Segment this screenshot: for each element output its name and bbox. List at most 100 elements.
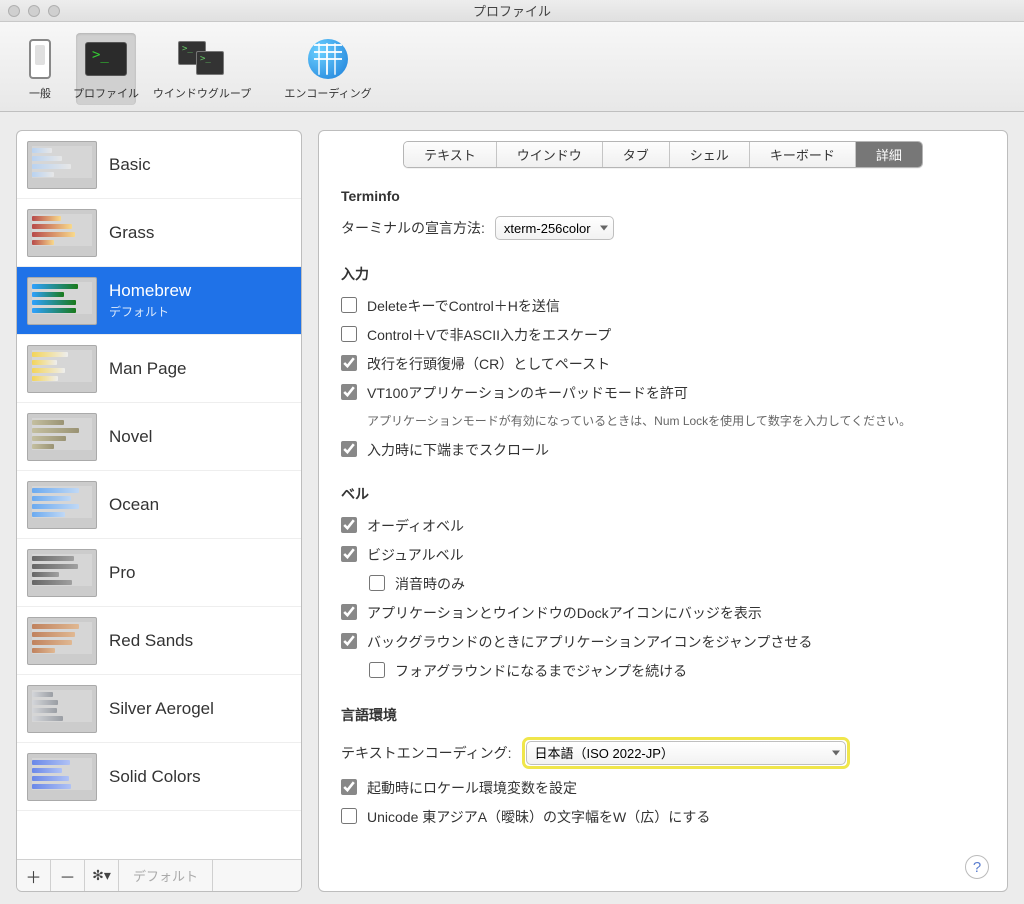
- profile-name: Man Page: [109, 359, 187, 379]
- preferences-toolbar: 一般 プロファイル ウインドウグループ エンコーディング: [0, 22, 1024, 112]
- toolbar-label: 一般: [29, 85, 51, 101]
- cb-label: DeleteキーでControl＋Hを送信: [367, 296, 560, 316]
- cb-mute-only[interactable]: [369, 575, 385, 591]
- cb-label: アプリケーションとウインドウのDockアイコンにバッジを表示: [367, 603, 762, 623]
- settings-panel: テキストウインドウタブシェルキーボード詳細 Terminfo ターミナルの宣言方…: [318, 130, 1008, 892]
- profile-row[interactable]: Ocean: [17, 471, 301, 539]
- cb-label: Control＋Vで非ASCII入力をエスケープ: [367, 325, 611, 345]
- cb-dock-badge[interactable]: [341, 604, 357, 620]
- vt100-note: アプリケーションモードが有効になっているときは、Num Lockを使用して数字を…: [341, 412, 985, 430]
- cb-label: VT100アプリケーションのキーパッドモードを許可: [367, 383, 688, 403]
- cb-label: 消音時のみ: [395, 574, 465, 594]
- cb-paste-cr[interactable]: [341, 355, 357, 371]
- encoding-highlight: 日本語（ISO 2022-JP）: [522, 737, 850, 769]
- toolbar-profiles[interactable]: プロファイル: [76, 33, 136, 105]
- profile-thumbnail: [27, 753, 97, 801]
- tab-1[interactable]: ウインドウ: [497, 142, 603, 167]
- add-profile-button[interactable]: ＋: [17, 860, 51, 892]
- profile-actions-menu[interactable]: ✻▾: [85, 860, 119, 892]
- toolbar-encoding[interactable]: エンコーディング: [268, 33, 388, 105]
- help-button[interactable]: ?: [965, 855, 989, 879]
- profile-name: Red Sands: [109, 631, 193, 651]
- profile-row[interactable]: Novel: [17, 403, 301, 471]
- profile-name: Novel: [109, 427, 152, 447]
- profile-icon: [84, 37, 128, 81]
- profile-thumbnail: [27, 549, 97, 597]
- profile-thumbnail: [27, 277, 97, 325]
- cb-label: バックグラウンドのときにアプリケーションアイコンをジャンプさせる: [367, 632, 812, 652]
- profile-name: Solid Colors: [109, 767, 201, 787]
- zoom-window-icon[interactable]: [48, 5, 60, 17]
- profile-row[interactable]: Silver Aerogel: [17, 675, 301, 743]
- traffic-lights: [8, 5, 60, 17]
- cb-visual-bell[interactable]: [341, 546, 357, 562]
- profile-thumbnail: [27, 617, 97, 665]
- tab-4[interactable]: キーボード: [750, 142, 856, 167]
- profile-row[interactable]: Man Page: [17, 335, 301, 403]
- window-title: プロファイル: [0, 1, 1024, 20]
- profile-default-tag: デフォルト: [109, 303, 191, 320]
- declare-as-label: ターミナルの宣言方法:: [341, 218, 485, 238]
- profile-row[interactable]: Homebrew デフォルト: [17, 267, 301, 335]
- profile-thumbnail: [27, 209, 97, 257]
- toolbar-label: プロファイル: [73, 85, 139, 101]
- cb-label: オーディオベル: [367, 516, 464, 536]
- profile-sidebar: Basic Grass Homebrew デフォルト Man Page Novel Ocea…: [16, 130, 302, 892]
- profile-name: Homebrew: [109, 281, 191, 301]
- close-window-icon[interactable]: [8, 5, 20, 17]
- cb-scroll-bottom[interactable]: [341, 441, 357, 457]
- profile-row[interactable]: Red Sands: [17, 607, 301, 675]
- profile-thumbnail: [27, 413, 97, 461]
- profile-name: Grass: [109, 223, 154, 243]
- section-terminfo: Terminfo: [341, 188, 985, 204]
- profile-name: Basic: [109, 155, 151, 175]
- general-icon: [18, 37, 62, 81]
- profile-name: Ocean: [109, 495, 159, 515]
- set-default-button: デフォルト: [119, 860, 213, 892]
- tab-3[interactable]: シェル: [670, 142, 750, 167]
- section-bell: ベル: [341, 484, 985, 504]
- toolbar-label: エンコーディング: [284, 85, 371, 101]
- profile-row[interactable]: Basic: [17, 131, 301, 199]
- cb-set-locale-env[interactable]: [341, 779, 357, 795]
- tab-0[interactable]: テキスト: [404, 142, 497, 167]
- cb-label: 改行を行頭復帰（CR）としてペースト: [367, 354, 610, 374]
- tab-2[interactable]: タブ: [603, 142, 670, 167]
- remove-profile-button[interactable]: －: [51, 860, 85, 892]
- cb-label: ビジュアルベル: [367, 545, 464, 565]
- cb-label: 起動時にロケール環境変数を設定: [367, 778, 577, 798]
- toolbar-label: ウインドウグループ: [153, 85, 251, 101]
- profile-name: Pro: [109, 563, 135, 583]
- declare-as-select[interactable]: xterm-256color: [495, 216, 614, 240]
- profile-thumbnail: [27, 685, 97, 733]
- cb-bounce-bg[interactable]: [341, 633, 357, 649]
- profile-row[interactable]: Solid Colors: [17, 743, 301, 811]
- profile-row[interactable]: Pro: [17, 539, 301, 607]
- cb-delete-ctrlh[interactable]: [341, 297, 357, 313]
- minimize-window-icon[interactable]: [28, 5, 40, 17]
- text-encoding-select[interactable]: 日本語（ISO 2022-JP）: [526, 741, 846, 765]
- sidebar-footer: ＋ － ✻▾ デフォルト: [17, 859, 301, 891]
- cb-east-asian-wide[interactable]: [341, 808, 357, 824]
- cb-label: Unicode 東アジアA（曖昧）の文字幅をW（広）にする: [367, 807, 710, 827]
- window-group-icon: [174, 37, 230, 81]
- content-area: Basic Grass Homebrew デフォルト Man Page Novel Ocea…: [0, 112, 1024, 904]
- profile-row[interactable]: Grass: [17, 199, 301, 267]
- cb-audio-bell[interactable]: [341, 517, 357, 533]
- profiles-list[interactable]: Basic Grass Homebrew デフォルト Man Page Novel Ocea…: [17, 131, 301, 859]
- cb-bounce-until-fg[interactable]: [369, 662, 385, 678]
- toolbar-general[interactable]: 一般: [10, 33, 70, 105]
- tab-5[interactable]: 詳細: [856, 142, 922, 167]
- cb-ctrlv-escape[interactable]: [341, 326, 357, 342]
- text-encoding-label: テキストエンコーディング:: [341, 743, 512, 763]
- globe-icon: [306, 37, 350, 81]
- cb-label: フォアグラウンドになるまでジャンプを続ける: [395, 661, 687, 681]
- profile-tabs: テキストウインドウタブシェルキーボード詳細: [341, 141, 985, 168]
- profile-name: Silver Aerogel: [109, 699, 214, 719]
- toolbar-window-groups[interactable]: ウインドウグループ: [142, 33, 262, 105]
- profile-thumbnail: [27, 345, 97, 393]
- window-titlebar: プロファイル: [0, 0, 1024, 22]
- cb-vt100-keypad[interactable]: [341, 384, 357, 400]
- section-locale: 言語環境: [341, 705, 985, 725]
- profile-thumbnail: [27, 481, 97, 529]
